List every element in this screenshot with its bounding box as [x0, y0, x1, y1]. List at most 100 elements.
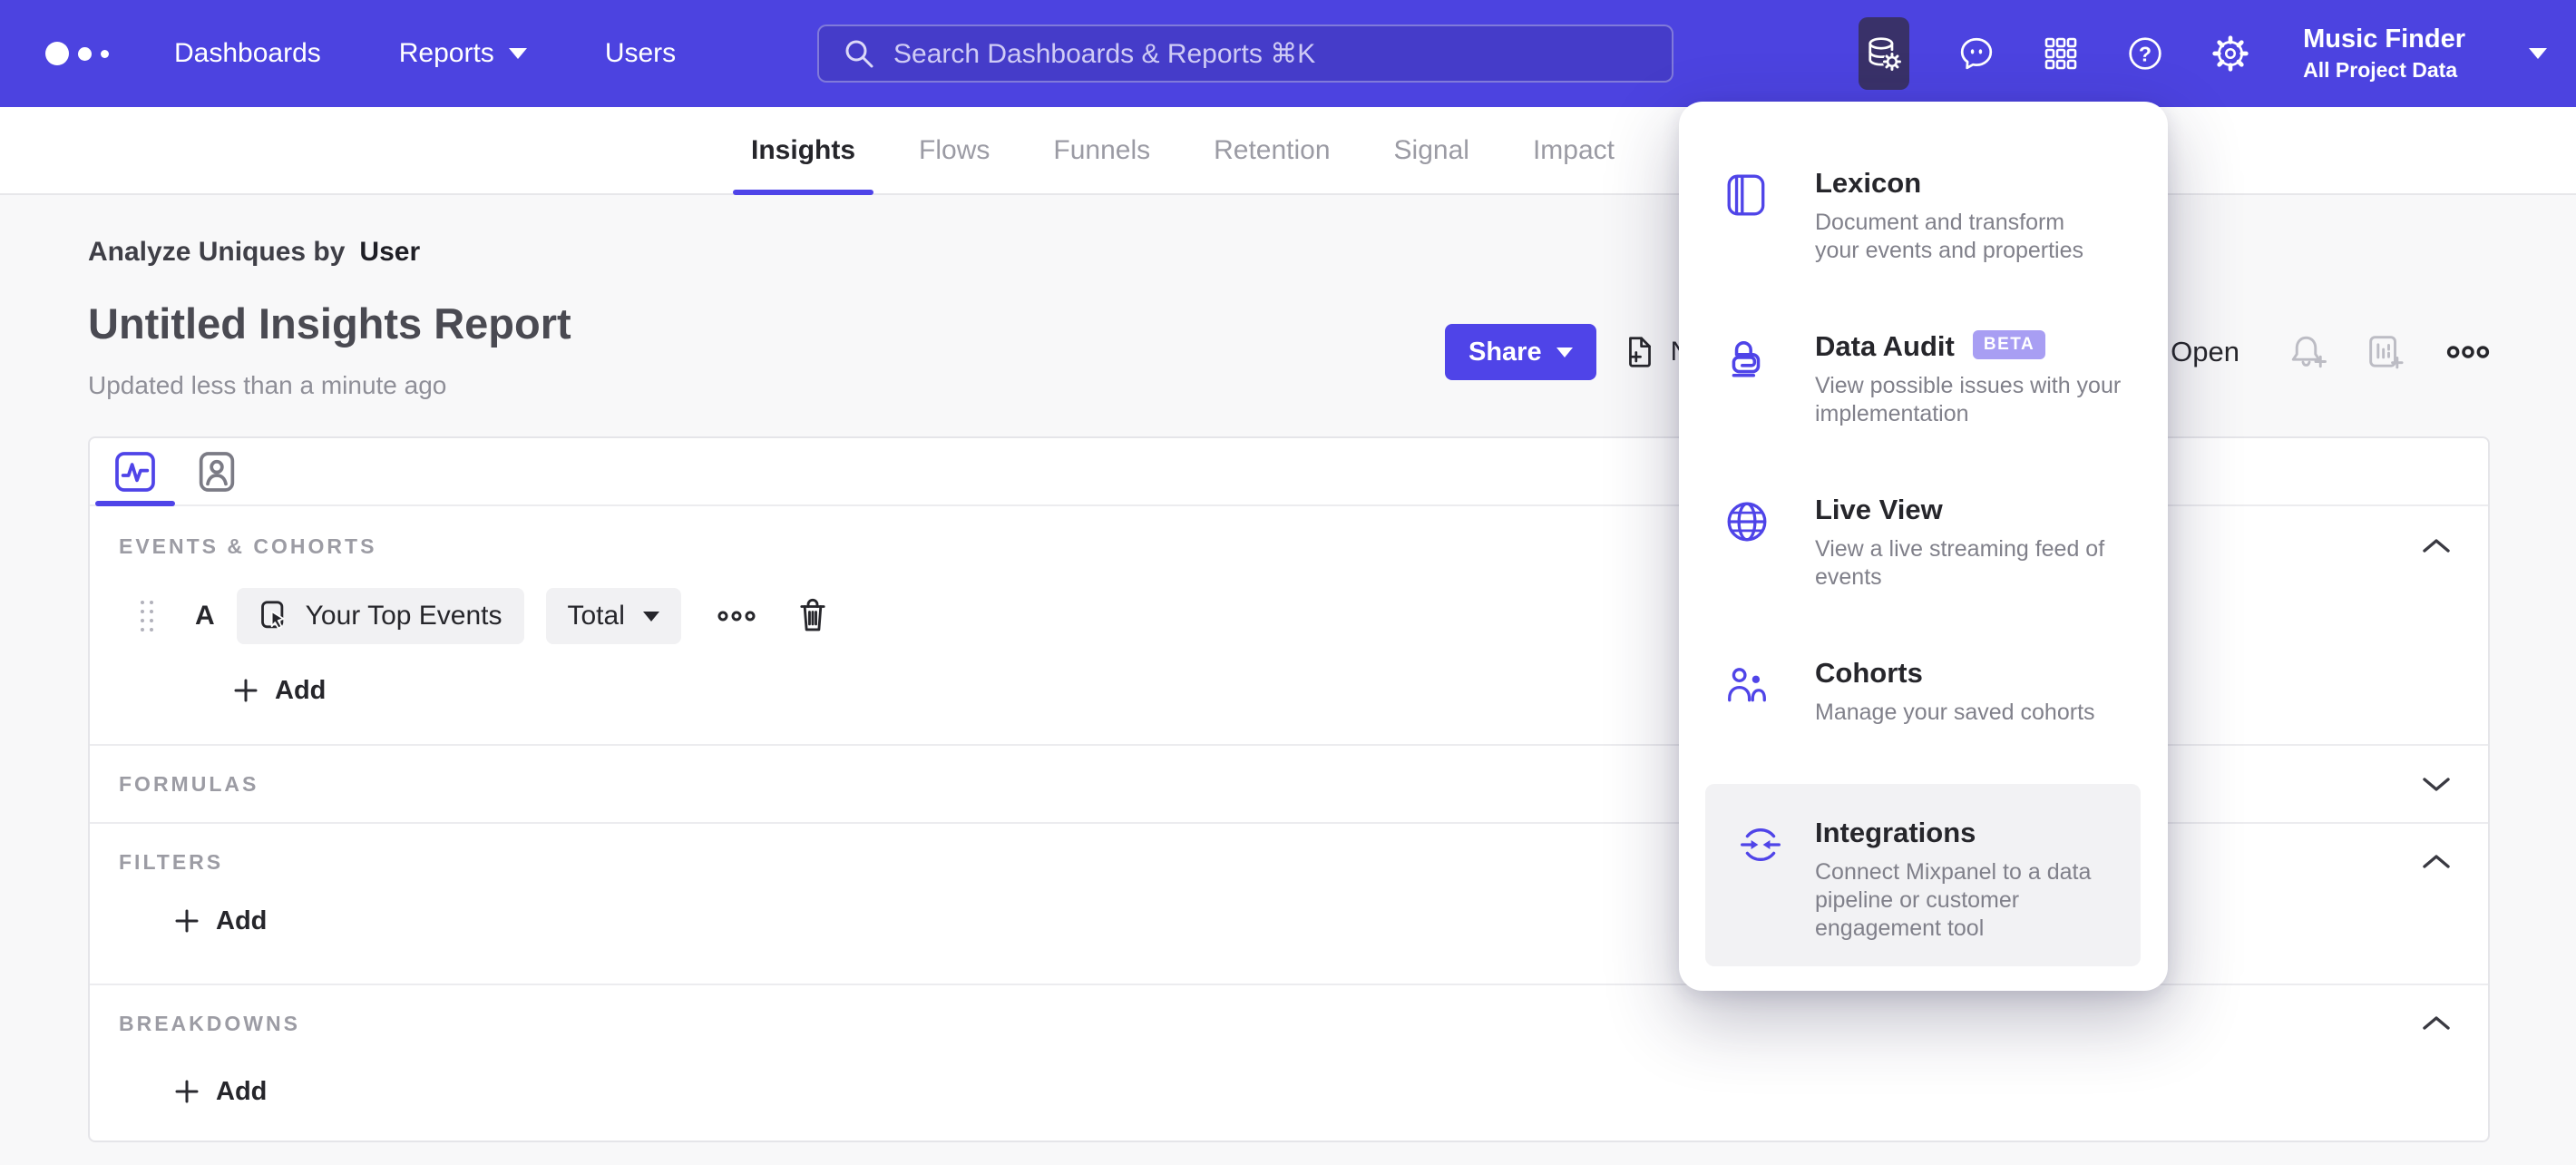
share-label: Share	[1469, 337, 1542, 367]
section-label-formulas: FORMULAS	[119, 771, 259, 796]
help-button[interactable]: ?	[2127, 35, 2163, 72]
logo-dot-large	[45, 42, 69, 65]
menu-item-title: Live View	[1815, 494, 1943, 525]
aggregation-selector[interactable]: Total	[545, 588, 681, 644]
add-label: Add	[216, 1076, 268, 1106]
grid-icon	[2044, 37, 2077, 70]
collapse-filters-button[interactable]	[2421, 853, 2452, 871]
drag-handle[interactable]	[141, 601, 153, 631]
events-view-tab-active[interactable]	[113, 450, 157, 494]
menu-item-integrations-hovered[interactable]: Integrations Connect Mixpanel to a data …	[1705, 784, 2141, 966]
section-breakdowns: BREAKDOWNS Add	[90, 984, 2488, 1120]
project-name: Music Finder	[2303, 24, 2465, 54]
tab-label: Signal	[1393, 134, 1469, 165]
search-placeholder: Search Dashboards & Reports ⌘K	[893, 38, 1316, 69]
project-scope: All Project Data	[2303, 58, 2458, 83]
nav-item-label: Dashboards	[174, 38, 321, 68]
nav-item-users[interactable]: Users	[605, 38, 676, 69]
add-to-dashboard-button[interactable]	[2366, 333, 2405, 371]
tab-label: Insights	[751, 134, 856, 165]
plus-icon	[234, 679, 258, 702]
project-chevron-down-icon[interactable]	[2529, 48, 2547, 59]
menu-item-live-view[interactable]: Live View View a live streaming feed of …	[1679, 494, 2168, 592]
data-management-button-active[interactable]	[1859, 17, 1910, 90]
report-tabs: Insights Flows Funnels Retention Signal …	[733, 107, 1618, 195]
menu-item-description: Document and transform your events and p…	[1815, 210, 2084, 263]
active-view-underline	[95, 501, 175, 506]
plus-icon	[175, 1080, 199, 1103]
chevron-up-icon	[2423, 1016, 2450, 1030]
collapse-breakdowns-button[interactable]	[2421, 1014, 2452, 1033]
tab-funnels[interactable]: Funnels	[1049, 107, 1154, 193]
globe-icon	[1727, 502, 1767, 542]
project-switcher[interactable]: Music Finder All Project Data	[2303, 24, 2465, 83]
tab-label: Funnels	[1053, 134, 1151, 165]
bell-plus-icon	[2291, 336, 2327, 368]
more-horizontal-icon	[717, 611, 756, 622]
pulse-chart-icon	[115, 451, 155, 492]
chevron-down-icon	[1556, 347, 1573, 357]
share-button[interactable]: Share	[1445, 324, 1596, 380]
logo-dot-small	[101, 49, 109, 58]
apps-grid-button[interactable]	[2044, 36, 2078, 71]
menu-item-title: Data Audit	[1815, 330, 1955, 362]
tab-label: Retention	[1214, 134, 1331, 165]
menu-item-description: Connect Mixpanel to a data pipeline or c…	[1815, 859, 2092, 941]
menu-item-data-audit[interactable]: Data Audit BETA View possible issues wit…	[1679, 330, 2168, 428]
analysis-type-label: Analyze Uniques by	[88, 237, 346, 267]
section-label-events: EVENTS & COHORTS	[119, 534, 377, 558]
menu-item-description: Manage your saved cohorts	[1815, 700, 2095, 725]
settings-button[interactable]	[2212, 35, 2249, 72]
more-options-button[interactable]	[2446, 342, 2490, 362]
analysis-entity-selector[interactable]: User	[359, 237, 420, 268]
section-label-filters: FILTERS	[119, 849, 224, 874]
chevron-down-icon	[642, 611, 659, 622]
tab-signal[interactable]: Signal	[1390, 107, 1473, 193]
event-row-more-button[interactable]	[717, 608, 756, 624]
tab-flows[interactable]: Flows	[915, 107, 993, 193]
tab-impact[interactable]: Impact	[1529, 107, 1618, 193]
mixpanel-app: Dashboards Reports Users Search Dashboar…	[0, 0, 2576, 1165]
plus-icon	[175, 909, 199, 933]
menu-item-lexicon[interactable]: Lexicon Document and transform your even…	[1679, 167, 2168, 265]
beta-badge: BETA	[1972, 330, 2046, 359]
cohorts-icon	[1728, 668, 1766, 702]
feedback-button[interactable]	[1958, 35, 1995, 72]
selected-event-name: Your Top Events	[305, 601, 503, 631]
report-actions: Open	[2114, 324, 2490, 380]
lock-audit-icon	[1732, 341, 1761, 377]
nav-right-cluster: ? Music Finder All Project Data	[1859, 0, 2547, 107]
primary-nav: Dashboards Reports Users	[174, 38, 676, 69]
chevron-down-icon	[508, 48, 527, 59]
aggregation-value: Total	[567, 601, 625, 631]
book-icon	[1727, 174, 1765, 216]
chevron-down-icon	[2423, 778, 2450, 791]
global-search-input[interactable]: Search Dashboards & Reports ⌘K	[817, 24, 1673, 83]
nav-item-label: Reports	[398, 38, 494, 68]
event-selector[interactable]: Your Top Events	[236, 588, 524, 644]
new-document-icon	[1628, 337, 1651, 367]
tab-insights[interactable]: Insights	[733, 107, 874, 195]
open-label: Open	[2171, 336, 2239, 367]
users-view-tab[interactable]	[195, 450, 239, 494]
expand-formulas-button[interactable]	[2421, 775, 2452, 793]
search-icon	[845, 40, 873, 68]
add-label: Add	[275, 675, 327, 705]
menu-item-description: View possible issues with your implement…	[1815, 373, 2122, 426]
database-gear-icon	[1869, 37, 1902, 71]
help-icon: ?	[2129, 37, 2161, 70]
add-breakdown-button[interactable]: Add	[174, 1063, 2488, 1120]
trash-icon	[800, 598, 825, 631]
event-icon	[260, 601, 285, 630]
nav-item-dashboards[interactable]: Dashboards	[174, 38, 321, 69]
create-alert-button[interactable]	[2290, 333, 2328, 371]
nav-item-reports[interactable]: Reports	[399, 38, 527, 69]
menu-item-cohorts[interactable]: Cohorts Manage your saved cohorts	[1679, 657, 2168, 727]
collapse-events-button[interactable]	[2421, 537, 2452, 555]
logo-dot-medium	[78, 46, 92, 61]
report-tabbar: Insights Flows Funnels Retention Signal …	[0, 107, 2576, 195]
delete-event-button[interactable]	[795, 597, 830, 635]
menu-item-title: Cohorts	[1815, 657, 1923, 689]
mixpanel-logo[interactable]	[45, 42, 109, 65]
tab-retention[interactable]: Retention	[1210, 107, 1333, 193]
